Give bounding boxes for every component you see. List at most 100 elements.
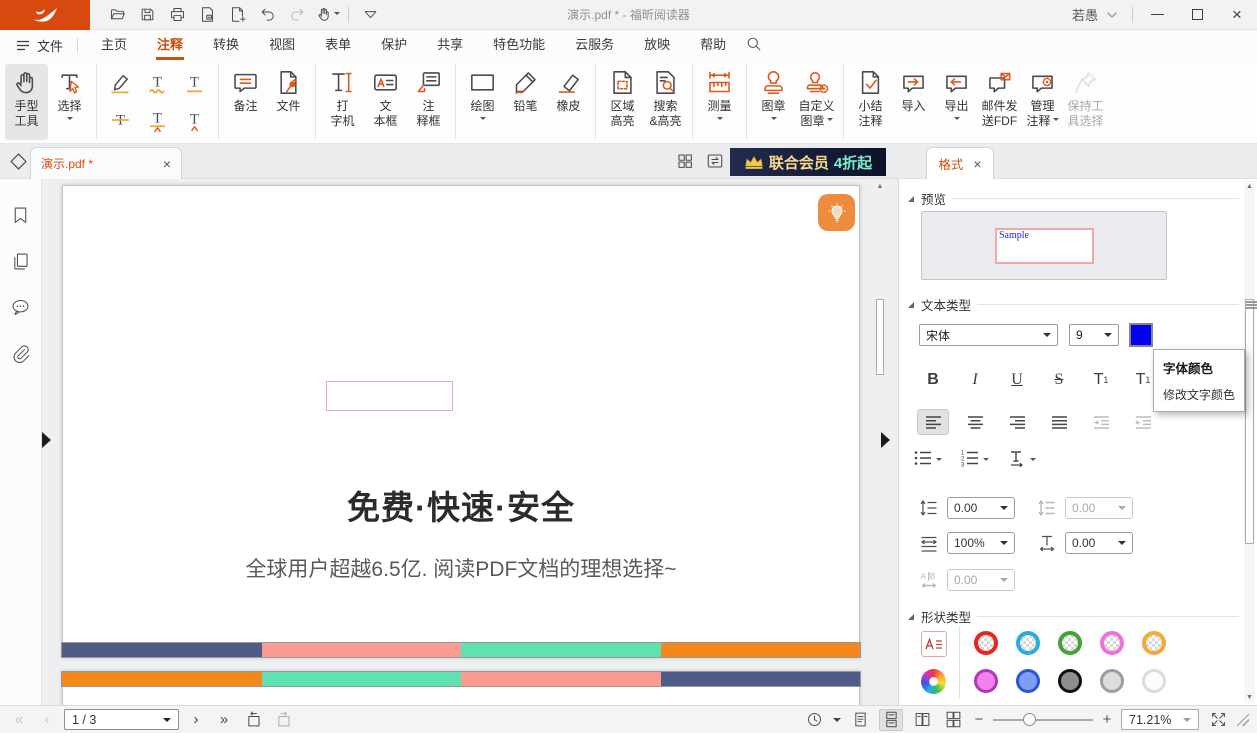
menu-item-4[interactable]: 表单: [310, 30, 366, 60]
menu-item-5[interactable]: 保护: [366, 30, 422, 60]
textbox-style-button[interactable]: [921, 631, 947, 657]
font-family-select[interactable]: 宋体: [919, 324, 1058, 346]
drawing-button[interactable]: 绘图: [461, 64, 504, 140]
font-color-swatch[interactable]: [1129, 323, 1153, 347]
shape-outline-color-0[interactable]: [974, 631, 998, 655]
save-icon[interactable]: [134, 3, 160, 27]
open-file-icon[interactable]: [104, 3, 130, 27]
eraser-tool-icon[interactable]: [8, 151, 29, 175]
document-scrollbar-thumb[interactable]: [876, 299, 884, 375]
measure-button[interactable]: 测量: [698, 64, 741, 140]
undo-icon[interactable]: [254, 3, 280, 27]
panel-scrollbar-thumb[interactable]: [1245, 299, 1254, 544]
attachments-icon[interactable]: [10, 343, 31, 367]
lightbulb-tip-button[interactable]: [818, 194, 855, 231]
align-right-button[interactable]: [1001, 409, 1033, 435]
zoom-in-button[interactable]: +: [1100, 711, 1114, 728]
zoom-out-button[interactable]: −: [972, 711, 986, 728]
scroll-down-icon[interactable]: ▼: [1244, 694, 1255, 701]
superscript-button[interactable]: T1: [1085, 367, 1117, 393]
strikeout-text-button[interactable]: T: [104, 104, 137, 137]
callout-button[interactable]: 注释框: [407, 64, 450, 140]
select-tool-button[interactable]: 选择: [48, 64, 91, 140]
preview-section-header[interactable]: 预览: [907, 189, 1239, 208]
fullscreen-button[interactable]: [1206, 709, 1230, 731]
horizontal-scale-select[interactable]: 100%: [947, 532, 1015, 554]
new-document-icon[interactable]: [224, 3, 250, 27]
squiggly-underline-button[interactable]: T: [141, 67, 174, 100]
shape-type-section-header[interactable]: 形状类型: [907, 607, 1239, 626]
email-fdf-button[interactable]: 邮件发送FDF: [978, 64, 1021, 140]
pdf-page-2[interactable]: [62, 671, 860, 705]
menu-item-10[interactable]: 帮助: [685, 30, 741, 60]
format-panel-tab[interactable]: 格式 ×: [926, 147, 994, 179]
prev-page-button[interactable]: ‹: [36, 711, 58, 728]
zoom-slider-thumb[interactable]: [1023, 713, 1036, 726]
continuous-view-button[interactable]: [879, 709, 903, 731]
file-menu-button[interactable]: 文件: [10, 36, 69, 55]
numbered-list-button[interactable]: 123: [960, 449, 989, 467]
previous-view-button[interactable]: [241, 709, 265, 731]
paragraph-spacing-select[interactable]: 0.00: [1065, 497, 1133, 519]
menu-item-2[interactable]: 转换: [198, 30, 254, 60]
shape-fill-color-1[interactable]: [1016, 669, 1040, 693]
menu-item-3[interactable]: 视图: [254, 30, 310, 60]
kerning-select[interactable]: 0.00: [947, 569, 1015, 591]
menu-item-6[interactable]: 共享: [422, 30, 478, 60]
strikethrough-button[interactable]: S: [1043, 367, 1075, 393]
shape-fill-color-0[interactable]: [974, 669, 998, 693]
highlight-text-button[interactable]: [104, 67, 137, 100]
search-and-highlight-button[interactable]: 搜索&高亮: [644, 64, 687, 140]
switch-tabs-icon[interactable]: [706, 152, 724, 173]
print-page-icon[interactable]: [194, 3, 220, 27]
auto-scroll-clock-button[interactable]: [802, 709, 826, 731]
summarize-comments-button[interactable]: 小结注释: [849, 64, 892, 140]
empty-textbox-annotation[interactable]: [326, 381, 453, 411]
underline-text-button[interactable]: T: [178, 67, 211, 100]
close-button[interactable]: ×: [1217, 0, 1257, 30]
bookmarks-icon[interactable]: [10, 205, 31, 229]
file-attachment-button[interactable]: 文件: [267, 64, 310, 140]
search-icon[interactable]: [745, 35, 762, 55]
grid-view-icon[interactable]: [676, 152, 694, 173]
typewriter-button[interactable]: 打字机: [321, 64, 364, 140]
note-comment-button[interactable]: 备注: [224, 64, 267, 140]
justify-button[interactable]: [1043, 409, 1075, 435]
print-icon[interactable]: [164, 3, 190, 27]
indent-increase-button[interactable]: [1085, 409, 1117, 435]
customize-toolbar-icon[interactable]: [357, 3, 383, 27]
custom-stamp-button[interactable]: 自定义图章: [795, 64, 838, 140]
italic-button[interactable]: I: [959, 367, 991, 393]
promo-banner[interactable]: 联合会员4折起: [730, 148, 886, 176]
document-area[interactable]: 免费·快速·安全 全球用户超越6.5亿. 阅读PDF文档的理想选择~ ▲: [42, 179, 898, 705]
menu-item-0[interactable]: 主页: [86, 30, 142, 60]
scroll-up-icon[interactable]: ▲: [1244, 183, 1255, 190]
shape-fill-color-3[interactable]: [1100, 669, 1124, 693]
left-panel-handle[interactable]: [42, 432, 59, 448]
char-spacing-select[interactable]: 0.00: [1065, 532, 1133, 554]
zoom-level-select[interactable]: 71.21%: [1121, 709, 1199, 730]
shape-outline-color-4[interactable]: [1142, 631, 1166, 655]
page-number-select[interactable]: 1 / 3: [64, 709, 179, 730]
panel-scrollbar[interactable]: ▲ ▼: [1244, 181, 1255, 703]
last-page-button[interactable]: »: [213, 711, 235, 728]
shape-outline-color-3[interactable]: [1100, 631, 1124, 655]
close-document-tab-icon[interactable]: ×: [163, 156, 171, 172]
insert-text-button[interactable]: T: [178, 104, 211, 137]
eraser-button[interactable]: 橡皮: [547, 64, 590, 140]
import-comments-button[interactable]: 导入: [892, 64, 935, 140]
menu-item-8[interactable]: 云服务: [560, 30, 629, 60]
pencil-button[interactable]: 铅笔: [504, 64, 547, 140]
document-tab[interactable]: 演示.pdf * ×: [30, 147, 182, 179]
color-wheel-button[interactable]: [921, 669, 946, 694]
align-left-button[interactable]: [917, 409, 949, 435]
stamp-button[interactable]: 图章: [752, 64, 795, 140]
text-type-section-header[interactable]: 文本类型: [907, 295, 1239, 314]
comments-icon[interactable]: [10, 297, 31, 321]
scroll-up-icon[interactable]: ▲: [875, 183, 885, 190]
dropdown-caret-icon[interactable]: [833, 718, 841, 726]
menu-item-9[interactable]: 放映: [629, 30, 685, 60]
underline-button[interactable]: U: [1001, 367, 1033, 393]
next-page-button[interactable]: ›: [185, 711, 207, 728]
bullet-list-button[interactable]: [913, 449, 942, 467]
